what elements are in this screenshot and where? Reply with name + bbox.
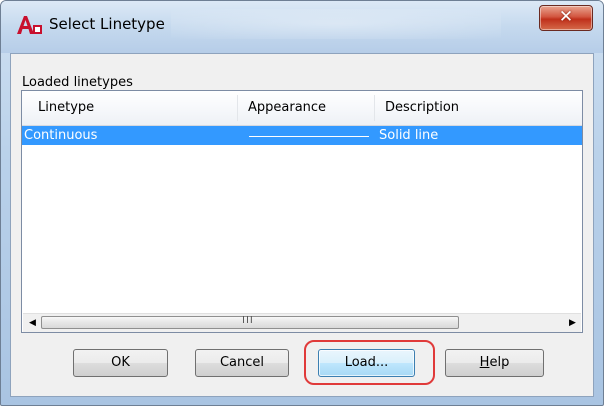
column-divider[interactable] bbox=[237, 95, 238, 121]
scroll-grip-icon: III bbox=[242, 315, 254, 326]
cell-description: Solid line bbox=[379, 128, 439, 143]
scroll-right-icon[interactable]: ▶ bbox=[569, 318, 576, 328]
close-button[interactable]: ✕ bbox=[539, 5, 593, 31]
scroll-thumb[interactable]: III bbox=[41, 315, 459, 329]
column-header-description[interactable]: Description bbox=[385, 100, 459, 115]
column-header-appearance[interactable]: Appearance bbox=[248, 100, 326, 115]
loaded-linetypes-label: Loaded linetypes bbox=[22, 75, 133, 90]
load-button-highlight bbox=[304, 340, 435, 385]
solid-line-sample bbox=[249, 136, 369, 137]
cell-linetype: Continuous bbox=[24, 128, 98, 143]
close-icon: ✕ bbox=[558, 7, 574, 27]
help-mnemonic: H bbox=[479, 355, 490, 370]
scroll-left-icon[interactable]: ◀ bbox=[29, 318, 36, 328]
dialog-title: Select Linetype bbox=[49, 15, 165, 33]
select-linetype-dialog: Select Linetype ✕ Loaded linetypes Linet… bbox=[0, 0, 604, 406]
help-label-rest: elp bbox=[489, 355, 510, 370]
list-row-continuous[interactable]: Continuous Solid line bbox=[22, 126, 582, 145]
column-header-linetype[interactable]: Linetype bbox=[38, 100, 94, 115]
cancel-button[interactable]: Cancel bbox=[195, 349, 289, 377]
linetype-list[interactable]: Linetype Appearance Description Continuo… bbox=[21, 90, 583, 333]
title-glass-decoration bbox=[171, 9, 501, 39]
help-button[interactable]: Help bbox=[445, 349, 544, 377]
horizontal-scrollbar[interactable]: ◀ III ▶ bbox=[23, 313, 581, 332]
autocad-app-icon bbox=[17, 16, 42, 34]
ok-button[interactable]: OK bbox=[73, 349, 168, 377]
column-divider[interactable] bbox=[374, 95, 375, 121]
title-bar[interactable]: Select Linetype ✕ bbox=[1, 1, 603, 53]
list-header: Linetype Appearance Description bbox=[22, 91, 582, 126]
